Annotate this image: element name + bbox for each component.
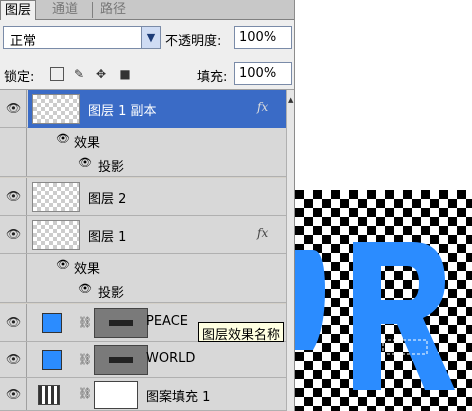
visibility-toggle[interactable]: 👁 bbox=[0, 178, 27, 215]
canvas-preview bbox=[295, 190, 472, 411]
eye-icon: 👁 bbox=[6, 352, 22, 366]
panel-tabs: 图层 通道 路径 bbox=[0, 0, 294, 21]
effects-label: 效果 bbox=[74, 136, 101, 151]
canvas-artwork bbox=[295, 190, 472, 411]
tab-paths[interactable]: 路径 bbox=[96, 0, 130, 20]
layer-thumbnail bbox=[32, 220, 80, 250]
mask-text-shape bbox=[109, 320, 133, 326]
layer-main[interactable]: ⛓ WORLD bbox=[28, 342, 294, 378]
chevron-down-icon[interactable]: ▼ bbox=[141, 27, 160, 48]
layer-name: 图层 2 bbox=[88, 192, 127, 207]
effects-label: 效果 bbox=[74, 262, 101, 277]
effect-drop-shadow: 投影 bbox=[98, 160, 125, 175]
lock-label: 锁定: bbox=[4, 70, 35, 85]
effects-row[interactable]: 👁 效果 bbox=[0, 254, 294, 279]
visibility-toggle[interactable]: 👁 bbox=[0, 342, 27, 377]
lock-transparent-icon[interactable] bbox=[50, 67, 64, 81]
layer-thumbnail bbox=[32, 182, 80, 212]
layer-thumbnail bbox=[32, 94, 80, 124]
layer-row[interactable]: 👁 图层 2 bbox=[0, 178, 294, 216]
opacity-label: 不透明度: bbox=[165, 34, 222, 49]
layer-name: PEACE bbox=[146, 314, 189, 329]
layer-row[interactable]: 👁 ⛓ 图案填充 1 bbox=[0, 378, 294, 411]
visibility-toggle[interactable] bbox=[0, 153, 27, 176]
eye-icon: 👁 bbox=[6, 315, 22, 329]
layer-name: 图层 1 副本 bbox=[88, 104, 157, 119]
layer-mask-thumbnail bbox=[94, 345, 148, 375]
eye-icon: 👁 bbox=[6, 227, 22, 241]
fill-field[interactable]: 100% bbox=[234, 62, 292, 85]
color-swatch[interactable] bbox=[42, 313, 62, 333]
tooltip: 图层效果名称 bbox=[198, 322, 285, 343]
layer-name: 图案填充 1 bbox=[146, 390, 211, 405]
effect-item-row[interactable]: 👁 投影 bbox=[0, 279, 294, 303]
color-swatch[interactable] bbox=[42, 350, 62, 370]
layer-main[interactable]: ⛓ 图案填充 1 bbox=[28, 378, 294, 411]
layer-main[interactable]: 图层 1 fx bbox=[28, 216, 294, 254]
lock-fill-row: 锁定: ✎ ✥ ■ 填充: 100% bbox=[0, 58, 294, 90]
link-icon[interactable]: ⛓ bbox=[78, 316, 92, 329]
fx-icon[interactable]: fx bbox=[257, 226, 268, 240]
visibility-toggle[interactable] bbox=[0, 279, 27, 302]
visibility-toggle[interactable]: 👁 bbox=[0, 304, 27, 341]
eye-icon[interactable]: 👁 bbox=[78, 282, 92, 295]
eye-icon: 👁 bbox=[6, 189, 22, 203]
pattern-fill-thumbnail[interactable] bbox=[38, 385, 60, 405]
eye-icon[interactable]: 👁 bbox=[78, 156, 92, 169]
scroll-up-icon[interactable]: ▲ bbox=[288, 96, 293, 104]
blend-mode-select[interactable]: 正常 ▼ bbox=[3, 26, 161, 49]
mask-text-shape bbox=[109, 357, 133, 363]
eye-icon: 👁 bbox=[6, 387, 22, 401]
link-icon[interactable]: ⛓ bbox=[78, 387, 92, 400]
visibility-toggle[interactable]: 👁 bbox=[0, 378, 27, 410]
link-icon[interactable]: ⛓ bbox=[78, 353, 92, 366]
layer-row[interactable]: 👁 图层 1 副本 fx bbox=[0, 90, 294, 128]
visibility-toggle[interactable]: 👁 bbox=[0, 216, 27, 253]
visibility-toggle[interactable]: 👁 bbox=[0, 90, 27, 127]
lock-icon[interactable]: ■ bbox=[118, 67, 132, 81]
eye-icon[interactable]: 👁 bbox=[56, 258, 70, 271]
tab-channels[interactable]: 通道 bbox=[48, 0, 82, 20]
layer-main[interactable]: 图层 2 bbox=[28, 178, 294, 216]
effect-drop-shadow: 投影 bbox=[98, 286, 125, 301]
effects-row[interactable]: 👁 效果 bbox=[0, 128, 294, 153]
fx-icon[interactable]: fx bbox=[257, 100, 268, 114]
scrollbar[interactable]: ▲ bbox=[286, 90, 294, 411]
layer-mask-thumbnail bbox=[94, 381, 138, 409]
fill-label: 填充: bbox=[197, 70, 228, 85]
opacity-field[interactable]: 100% bbox=[234, 26, 292, 49]
tab-divider bbox=[92, 2, 93, 18]
effect-item-row[interactable]: 👁 投影 bbox=[0, 153, 294, 177]
visibility-toggle[interactable] bbox=[0, 128, 27, 153]
visibility-toggle[interactable] bbox=[0, 254, 27, 279]
move-icon[interactable]: ✥ bbox=[94, 67, 108, 81]
eye-icon[interactable]: 👁 bbox=[56, 132, 70, 145]
layer-row[interactable]: 👁 ⛓ WORLD bbox=[0, 342, 294, 378]
layer-main[interactable]: 图层 1 副本 fx bbox=[28, 90, 294, 128]
eye-icon: 👁 bbox=[6, 101, 22, 115]
blend-mode-value: 正常 bbox=[10, 34, 37, 49]
tab-layers[interactable]: 图层 bbox=[0, 0, 37, 21]
layer-name: WORLD bbox=[146, 351, 196, 366]
layer-mask-thumbnail bbox=[94, 308, 148, 338]
layers-panel: 图层 通道 路径 正常 ▼ 不透明度: 100% 锁定: ✎ ✥ ■ 填充: 1… bbox=[0, 0, 295, 411]
blend-opacity-row: 正常 ▼ 不透明度: 100% bbox=[0, 20, 294, 58]
layer-row[interactable]: 👁 图层 1 fx bbox=[0, 216, 294, 254]
layer-name: 图层 1 bbox=[88, 230, 127, 245]
brush-icon[interactable]: ✎ bbox=[72, 67, 86, 81]
